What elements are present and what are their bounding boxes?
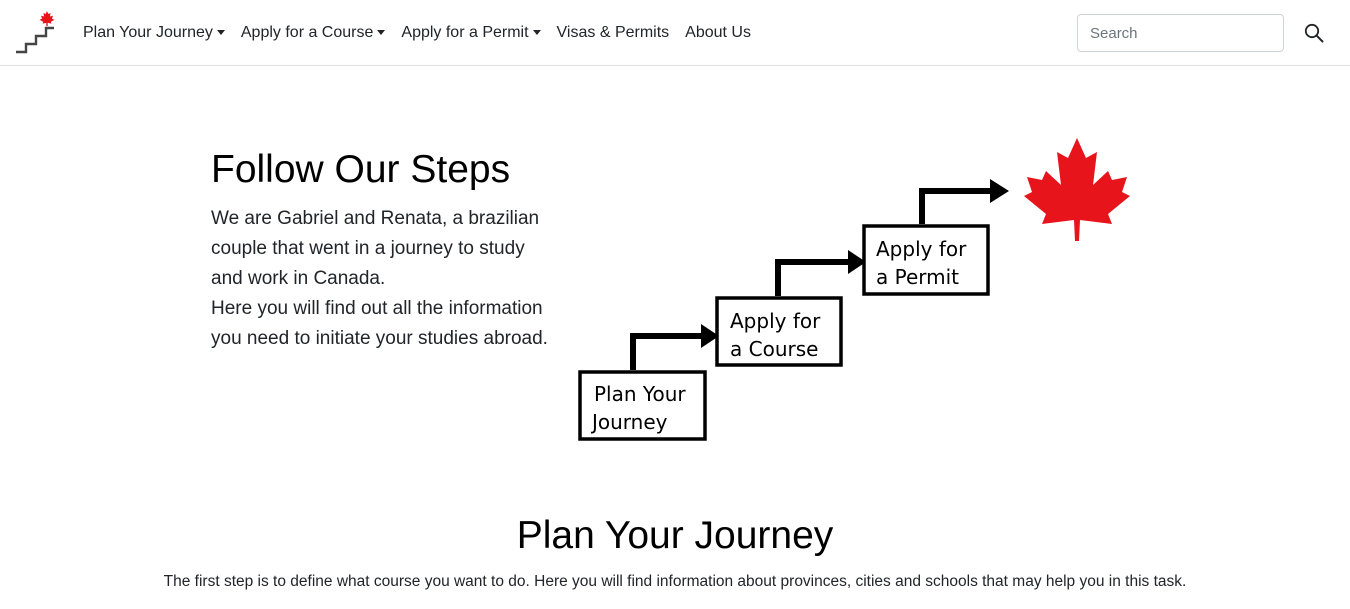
- plan-journey-description: The first step is to define what course …: [163, 573, 1187, 590]
- step-3-line-2: a Permit: [876, 265, 959, 289]
- step-arrow-3: [919, 188, 995, 224]
- main-nav: Plan Your Journey Apply for a Course App…: [75, 0, 759, 66]
- top-navbar: Plan Your Journey Apply for a Course App…: [0, 0, 1350, 66]
- step-1-line-2: Journey: [590, 410, 668, 434]
- nav-plan-journey-dropdown[interactable]: Plan Your Journey: [75, 13, 233, 53]
- caret-down-icon: [216, 29, 225, 35]
- nav-about-us-link[interactable]: About Us: [677, 13, 759, 53]
- maple-leaf-icon: [1024, 138, 1130, 241]
- hero-description: We are Gabriel and Renata, a brazilian c…: [211, 204, 561, 354]
- hero-title: Follow Our Steps: [211, 148, 511, 191]
- search-button[interactable]: [1298, 17, 1330, 49]
- step-arrow-1: [630, 333, 706, 370]
- steps-illustration: Plan Your Journey Apply for a Course App…: [578, 138, 1130, 441]
- nav-apply-course-dropdown[interactable]: Apply for a Course: [233, 13, 394, 53]
- plan-journey-heading: Plan Your Journey: [516, 514, 834, 557]
- caret-down-icon: [532, 29, 541, 35]
- nav-apply-permit-label: Apply for a Permit: [401, 24, 529, 41]
- nav-visas-permits-label: Visas & Permits: [556, 24, 670, 41]
- nav-apply-course-label: Apply for a Course: [240, 24, 374, 41]
- step-2-line-2: a Course: [730, 337, 818, 361]
- nav-apply-permit-dropdown[interactable]: Apply for a Permit: [393, 13, 548, 53]
- nav-plan-journey-label: Plan Your Journey: [83, 24, 213, 41]
- step-2-line-1: Apply for: [730, 309, 821, 333]
- caret-down-icon: [377, 29, 386, 35]
- hero-paragraph-1: We are Gabriel and Renata, a brazilian c…: [211, 208, 540, 289]
- nav-visas-permits-link[interactable]: Visas & Permits: [549, 13, 678, 53]
- step-3-line-1: Apply for: [876, 237, 967, 261]
- nav-about-us-label: About Us: [685, 24, 751, 41]
- arrow-head-icon: [990, 179, 1009, 203]
- search-icon: [1304, 23, 1324, 43]
- search-input[interactable]: [1077, 14, 1284, 52]
- stairs-maple-leaf-logo[interactable]: [14, 10, 58, 56]
- step-arrow-2: [775, 259, 853, 296]
- hero-paragraph-2: Here you will find out all the informati…: [211, 298, 548, 349]
- step-1-line-1: Plan Your: [594, 382, 686, 406]
